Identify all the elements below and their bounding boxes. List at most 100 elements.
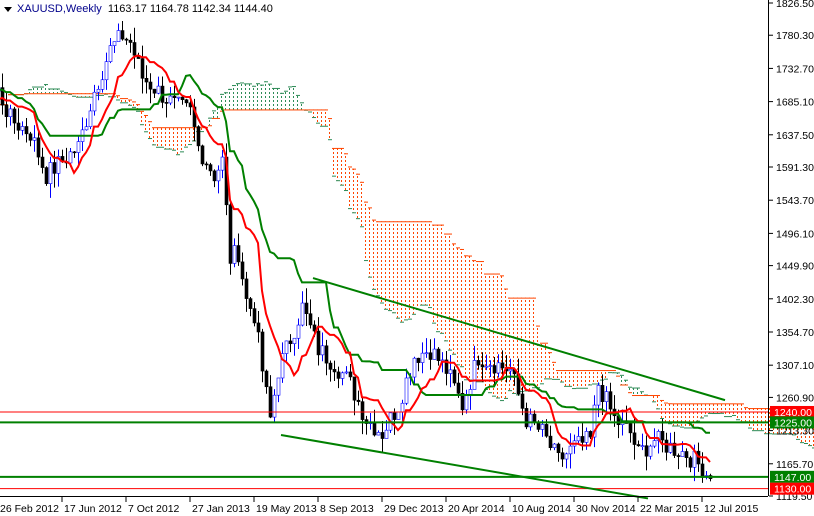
candle-body — [240, 261, 245, 280]
senkou-span-b — [604, 370, 608, 372]
cloud-segment — [400, 221, 404, 322]
cloud-segment — [552, 361, 556, 379]
senkou-span-b — [700, 403, 704, 405]
cloud-segment — [724, 403, 728, 417]
senkou-span-b — [644, 395, 648, 397]
candle-body — [596, 385, 601, 406]
senkou-span-a — [56, 88, 60, 90]
cloud-segment — [752, 408, 756, 431]
candle-body — [600, 385, 605, 402]
candle-body — [332, 369, 337, 373]
y-tick-label: 1354.70 — [776, 327, 814, 339]
candle-body — [588, 431, 593, 438]
senkou-span-b — [228, 109, 232, 111]
senkou-span-b — [516, 297, 520, 299]
senkou-span-b — [472, 260, 476, 262]
cloud-segment — [148, 121, 152, 139]
candle-body — [316, 330, 321, 356]
candle-body — [484, 365, 489, 368]
candle-body — [256, 322, 261, 333]
senkou-span-b — [708, 403, 712, 405]
senkou-span-b — [492, 273, 496, 275]
time-axis: 26 Feb 2012 17 Jun 2012 7 Oct 2012 27 Jan 2… — [0, 497, 758, 515]
senkou-span-b — [464, 255, 468, 257]
senkou-span-b — [728, 403, 732, 405]
y-tick-label: 1685.10 — [776, 97, 814, 109]
senkou-span-b — [72, 93, 76, 95]
cloud-segment — [140, 110, 144, 125]
senkou-span-b — [616, 375, 620, 377]
cloud-segment — [340, 147, 344, 185]
cloud-segment — [236, 83, 240, 110]
senkou-span-b — [280, 109, 284, 111]
cloud-segment — [36, 86, 40, 94]
senkou-span-a — [132, 106, 136, 108]
senkou-span-b — [276, 109, 280, 111]
senkou-span-b — [108, 93, 112, 95]
senkou-span-a — [252, 85, 256, 87]
senkou-span-b — [680, 403, 684, 405]
senkou-span-b — [132, 101, 136, 103]
senkou-span-a — [64, 92, 68, 94]
candle-body — [480, 364, 485, 368]
cloud-segment — [296, 94, 300, 110]
senkou-span-b — [668, 403, 672, 405]
senkou-span-b — [156, 127, 160, 129]
senkou-span-b — [252, 109, 256, 111]
senkou-span-a — [652, 401, 656, 403]
candle-body — [544, 424, 549, 437]
dropdown-arrow-icon[interactable] — [4, 6, 12, 12]
senkou-span-b — [608, 370, 612, 372]
senkou-span-b — [752, 408, 756, 410]
cloud-segment — [576, 370, 580, 388]
price-chart[interactable]: 1826.50 1780.30 1732.70 1685.10 1637.50 1591.… — [0, 0, 814, 516]
cloud-segment — [328, 118, 332, 140]
senkou-span-a — [572, 388, 576, 390]
senkou-span-a — [736, 419, 740, 421]
senkou-span-b — [692, 403, 696, 405]
senkou-span-a — [320, 125, 324, 127]
senkou-span-b — [76, 93, 80, 95]
senkou-span-b — [444, 233, 448, 235]
cloud-segment — [564, 370, 568, 386]
senkou-span-a — [512, 392, 516, 394]
senkou-span-a — [356, 218, 360, 220]
cloud-segment — [348, 166, 352, 209]
candle-body — [420, 352, 425, 363]
candle-body — [28, 133, 33, 141]
candle-body — [172, 95, 177, 98]
cloud-segment — [560, 370, 564, 382]
candle-body — [576, 436, 581, 442]
candle-body — [372, 422, 377, 436]
cloud-segment — [720, 403, 724, 413]
senkou-span-a — [184, 146, 188, 148]
senkou-span-a — [116, 99, 120, 101]
senkou-span-a — [680, 426, 684, 428]
senkou-span-a — [256, 83, 260, 85]
cloud-segment — [152, 127, 156, 145]
senkou-span-a — [732, 414, 736, 416]
senkou-span-a — [80, 96, 84, 98]
senkou-span-a — [716, 413, 720, 415]
candle-body — [112, 41, 117, 46]
cloud-segment — [356, 173, 360, 219]
senkou-span-a — [164, 148, 168, 150]
candle-body — [288, 340, 293, 344]
senkou-span-a — [804, 443, 808, 445]
cloud-segment — [168, 127, 172, 149]
senkou-span-a — [656, 408, 660, 410]
senkou-span-b — [336, 147, 340, 149]
cloud-segment — [412, 221, 416, 314]
cloud-segment — [692, 403, 696, 428]
senkou-span-b — [384, 221, 388, 223]
candle-body — [272, 394, 277, 418]
candle-body — [128, 39, 133, 43]
senkou-span-a — [540, 383, 544, 385]
cloud-segment — [596, 370, 600, 384]
senkou-span-b — [428, 221, 432, 223]
senkou-span-a — [708, 412, 712, 414]
cloud-segment — [252, 85, 256, 110]
cloud-segment — [468, 255, 472, 380]
senkou-span-b — [44, 93, 48, 95]
senkou-span-a — [332, 175, 336, 177]
